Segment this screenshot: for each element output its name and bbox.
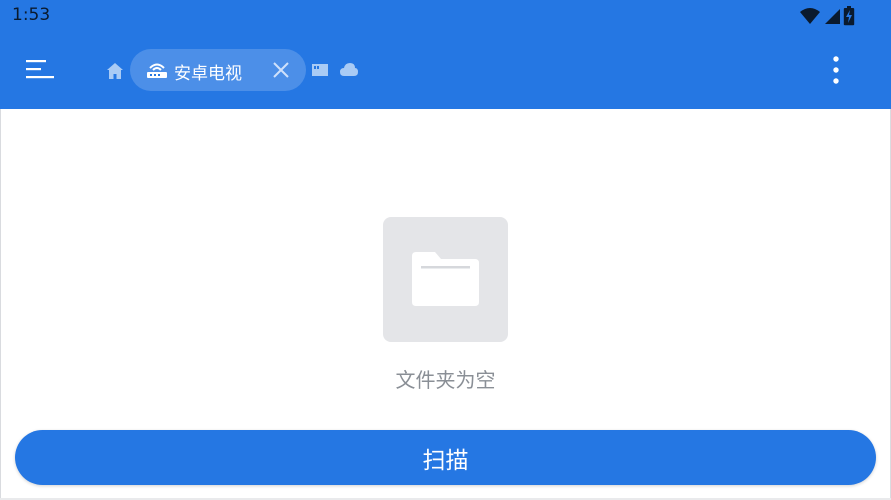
location-chip[interactable]: 安卓电视	[130, 49, 306, 91]
scan-button[interactable]: 扫描	[15, 430, 876, 485]
more-options-button[interactable]	[824, 53, 848, 87]
app-header: 1:53 安卓电视	[0, 0, 891, 109]
status-bar: 1:53	[0, 0, 891, 32]
status-icons	[799, 6, 855, 30]
router-icon	[145, 60, 169, 80]
close-icon[interactable]	[271, 60, 291, 80]
home-button[interactable]	[104, 60, 126, 82]
empty-folder-tile	[383, 217, 508, 342]
toolbar: 安卓电视	[0, 32, 891, 109]
status-time: 1:53	[12, 5, 51, 25]
menu-button[interactable]	[20, 54, 58, 86]
more-vertical-icon	[824, 56, 848, 91]
left-divider	[0, 109, 1, 500]
sd-card-icon	[311, 63, 329, 82]
cloud-button[interactable]	[339, 62, 359, 78]
battery-charging-icon	[843, 6, 855, 30]
cloud-icon	[339, 63, 359, 82]
location-label: 安卓电视	[174, 64, 242, 84]
signal-icon	[824, 8, 840, 28]
home-icon	[104, 63, 126, 86]
sd-card-button[interactable]	[311, 62, 329, 78]
wifi-icon	[799, 7, 821, 29]
empty-message: 文件夹为空	[395, 368, 496, 392]
menu-icon	[20, 54, 58, 86]
